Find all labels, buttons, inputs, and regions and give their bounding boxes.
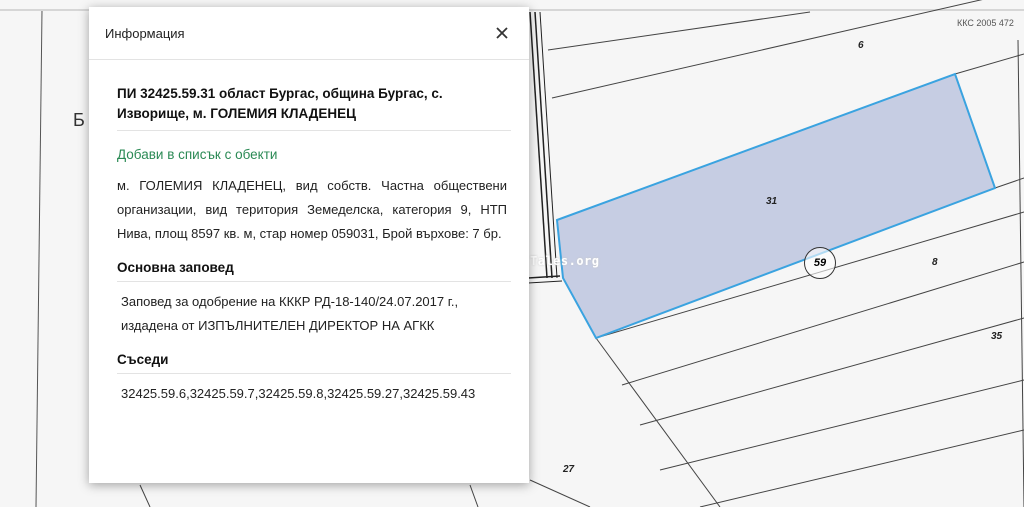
add-to-list-link[interactable]: Добави в списък с обекти [117, 147, 277, 162]
parcel-number-35: 35 [991, 331, 1003, 342]
neighbor-item: 32425.59.8, [258, 386, 328, 401]
parcel-number-27: 27 [563, 464, 575, 475]
watermark: Tales.org [530, 254, 600, 268]
close-icon [496, 27, 508, 39]
neighbor-item: 32425.59.6, [121, 386, 190, 401]
parcel-description: м. ГОЛЕМИЯ КЛАДЕНЕЦ, вид собств. Частна … [117, 178, 507, 241]
order-heading: Основна заповед [117, 260, 511, 282]
popup-header: Информация [89, 7, 529, 60]
neighbors-heading: Съседи [117, 352, 511, 374]
neighbors-spacer [475, 382, 503, 406]
parcel-number-8: 8 [932, 257, 938, 268]
popup-title: Информация [105, 25, 185, 41]
neighbors-list: 32425.59.6, 32425.59.7, 32425.59.8, 3242… [117, 382, 503, 406]
parcel-number-59: 59 [804, 247, 836, 279]
order-text: Заповед за одобрение на КККР РД-18-140/2… [121, 294, 459, 333]
map-edge-letter: Б [73, 110, 85, 130]
info-popup: Информация ПИ 32425.59.31 област Бургас,… [89, 7, 529, 483]
close-button[interactable] [491, 22, 513, 44]
popup-body: ПИ 32425.59.31 област Бургас, община Бур… [89, 84, 529, 406]
parcel-number-6: 6 [858, 40, 864, 51]
neighbor-item: 32425.59.43 [402, 386, 476, 401]
parcel-title: ПИ 32425.59.31 област Бургас, община Бур… [117, 84, 511, 131]
parcel-number-31: 31 [766, 196, 778, 207]
neighbor-item: 32425.59.7, [189, 386, 259, 401]
neighbor-item: 32425.59.27, [327, 386, 403, 401]
kkc-label: ККС 2005 472 [957, 18, 1014, 28]
